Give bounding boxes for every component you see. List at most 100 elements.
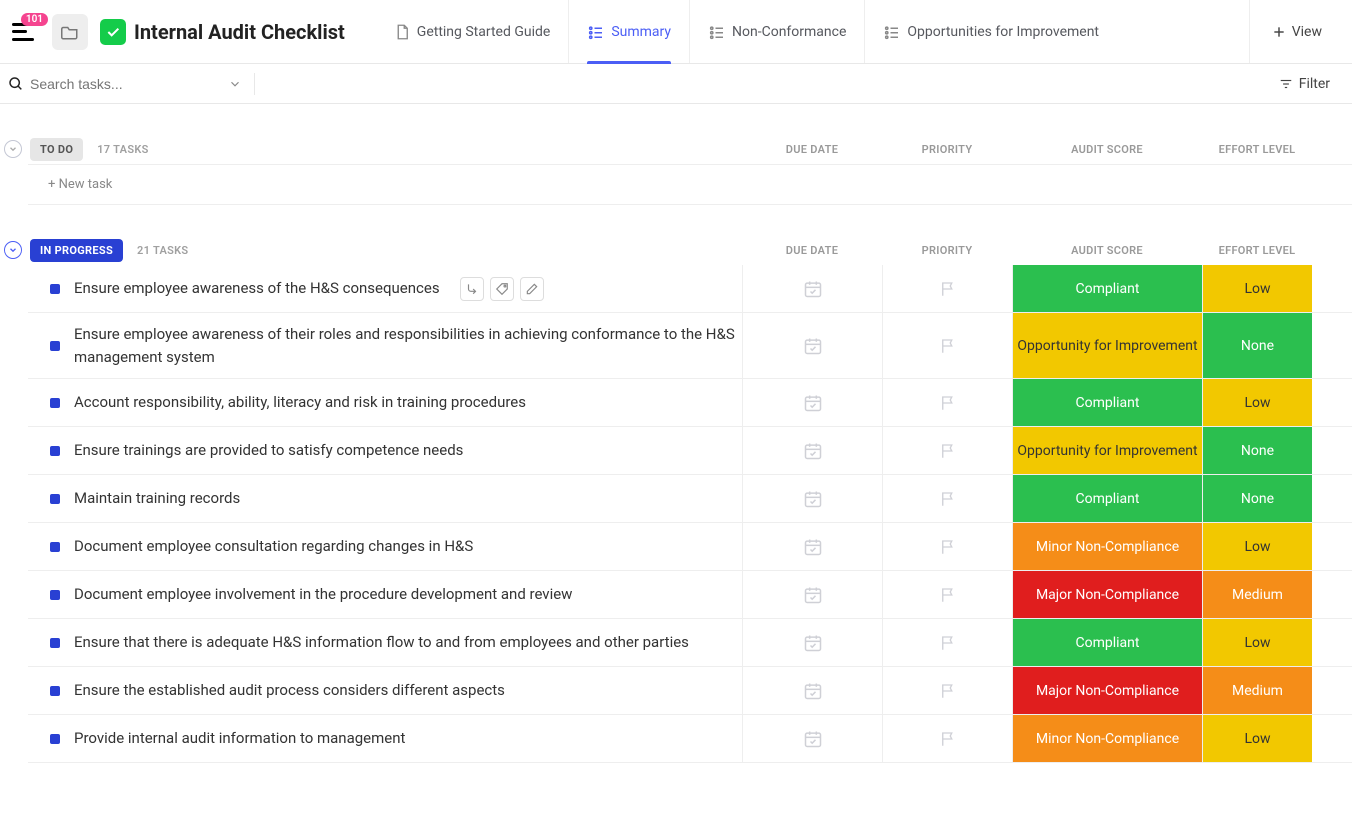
search-input[interactable] — [30, 76, 220, 92]
priority-cell[interactable] — [882, 379, 1012, 426]
task-row[interactable]: Ensure employee awareness of the H&S con… — [28, 265, 1352, 313]
effort-badge: None — [1203, 427, 1312, 474]
priority-cell[interactable] — [882, 667, 1012, 714]
priority-cell[interactable] — [882, 571, 1012, 618]
column-header-due: DUE DATE — [742, 143, 882, 156]
tab-summary[interactable]: Summary — [568, 0, 689, 63]
collapse-button[interactable] — [4, 140, 22, 158]
due-date-cell[interactable] — [742, 427, 882, 474]
section-in-progress: IN PROGRESS 21 TASKS DUE DATE PRIORITY A… — [0, 205, 1352, 763]
audit-score-cell[interactable]: Opportunity for Improvement — [1012, 427, 1202, 474]
page-title: Internal Audit Checklist — [134, 20, 345, 44]
audit-score-cell[interactable]: Compliant — [1012, 265, 1202, 312]
edit-button[interactable] — [520, 277, 544, 301]
tab-getting-started[interactable]: Getting Started Guide — [375, 0, 569, 63]
filter-icon — [1279, 77, 1293, 91]
status-square[interactable] — [50, 494, 60, 504]
filter-button[interactable]: Filter — [1279, 76, 1344, 92]
due-date-cell[interactable] — [742, 265, 882, 312]
due-date-cell[interactable] — [742, 379, 882, 426]
task-row[interactable]: Document employee consultation regarding… — [28, 523, 1352, 571]
priority-cell[interactable] — [882, 427, 1012, 474]
effort-cell[interactable]: Low — [1202, 523, 1312, 570]
priority-cell[interactable] — [882, 265, 1012, 312]
priority-cell[interactable] — [882, 619, 1012, 666]
status-square[interactable] — [50, 446, 60, 456]
priority-cell[interactable] — [882, 523, 1012, 570]
due-date-cell[interactable] — [742, 715, 882, 762]
tab-label: Opportunities for Improvement — [907, 24, 1099, 40]
subtask-button[interactable] — [460, 277, 484, 301]
effort-cell[interactable]: Low — [1202, 379, 1312, 426]
due-date-cell[interactable] — [742, 619, 882, 666]
task-row[interactable]: Maintain training recordsCompliantNone — [28, 475, 1352, 523]
new-task-button[interactable]: + New task — [28, 165, 1352, 204]
effort-cell[interactable]: Medium — [1202, 667, 1312, 714]
priority-cell[interactable] — [882, 715, 1012, 762]
effort-cell[interactable]: Medium — [1202, 571, 1312, 618]
task-row[interactable]: Ensure that there is adequate H&S inform… — [28, 619, 1352, 667]
menu-button[interactable]: 101 — [8, 19, 38, 45]
view-tabs: Getting Started Guide Summary Non-Confor… — [375, 0, 1117, 63]
task-row[interactable]: Ensure trainings are provided to satisfy… — [28, 427, 1352, 475]
audit-score-cell[interactable]: Major Non-Compliance — [1012, 571, 1202, 618]
search-icon — [8, 76, 24, 92]
effort-cell[interactable]: Low — [1202, 619, 1312, 666]
tab-opportunities[interactable]: Opportunities for Improvement — [864, 0, 1117, 63]
audit-score-cell[interactable]: Compliant — [1012, 619, 1202, 666]
task-row[interactable]: Ensure employee awareness of their roles… — [28, 313, 1352, 379]
effort-cell[interactable]: None — [1202, 475, 1312, 522]
due-date-cell[interactable] — [742, 475, 882, 522]
score-badge: Minor Non-Compliance — [1013, 715, 1202, 762]
column-header-score: AUDIT SCORE — [1012, 244, 1202, 257]
column-header-priority: PRIORITY — [882, 143, 1012, 156]
priority-cell[interactable] — [882, 475, 1012, 522]
task-row[interactable]: Provide internal audit information to ma… — [28, 715, 1352, 763]
tag-button[interactable] — [490, 277, 514, 301]
plus-icon — [1272, 25, 1286, 39]
status-square[interactable] — [50, 590, 60, 600]
audit-score-cell[interactable]: Minor Non-Compliance — [1012, 523, 1202, 570]
due-date-cell[interactable] — [742, 667, 882, 714]
status-square[interactable] — [50, 398, 60, 408]
audit-score-cell[interactable]: Compliant — [1012, 475, 1202, 522]
priority-cell[interactable] — [882, 313, 1012, 378]
due-date-cell[interactable] — [742, 523, 882, 570]
status-square[interactable] — [50, 284, 60, 294]
effort-cell[interactable]: Low — [1202, 265, 1312, 312]
task-name: Account responsibility, ability, literac… — [74, 391, 526, 414]
filter-label: Filter — [1299, 76, 1330, 92]
effort-cell[interactable]: None — [1202, 427, 1312, 474]
folder-button[interactable] — [52, 14, 88, 50]
audit-score-cell[interactable]: Minor Non-Compliance — [1012, 715, 1202, 762]
effort-cell[interactable]: None — [1202, 313, 1312, 378]
due-date-cell[interactable] — [742, 571, 882, 618]
audit-score-cell[interactable]: Opportunity for Improvement — [1012, 313, 1202, 378]
status-square[interactable] — [50, 341, 60, 351]
score-badge: Opportunity for Improvement — [1013, 313, 1202, 378]
chevron-down-icon[interactable] — [228, 77, 242, 91]
due-date-cell[interactable] — [742, 313, 882, 378]
add-view-button[interactable]: View — [1249, 0, 1344, 63]
task-row[interactable]: Ensure the established audit process con… — [28, 667, 1352, 715]
score-badge: Major Non-Compliance — [1013, 571, 1202, 618]
status-label-progress[interactable]: IN PROGRESS — [30, 239, 123, 262]
status-square[interactable] — [50, 734, 60, 744]
collapse-button[interactable] — [4, 241, 22, 259]
effort-cell[interactable]: Low — [1202, 715, 1312, 762]
effort-badge: Low — [1203, 619, 1312, 666]
audit-score-cell[interactable]: Compliant — [1012, 379, 1202, 426]
task-name: Document employee involvement in the pro… — [74, 583, 572, 606]
column-header-effort: EFFORT LEVEL — [1202, 244, 1312, 257]
task-name: Ensure that there is adequate H&S inform… — [74, 631, 689, 654]
task-row[interactable]: Document employee involvement in the pro… — [28, 571, 1352, 619]
status-label-todo[interactable]: TO DO — [30, 138, 83, 161]
status-square[interactable] — [50, 542, 60, 552]
list-icon — [883, 23, 901, 41]
score-badge: Compliant — [1013, 379, 1202, 426]
status-square[interactable] — [50, 638, 60, 648]
status-square[interactable] — [50, 686, 60, 696]
tab-non-conformance[interactable]: Non-Conformance — [689, 0, 864, 63]
audit-score-cell[interactable]: Major Non-Compliance — [1012, 667, 1202, 714]
task-row[interactable]: Account responsibility, ability, literac… — [28, 379, 1352, 427]
